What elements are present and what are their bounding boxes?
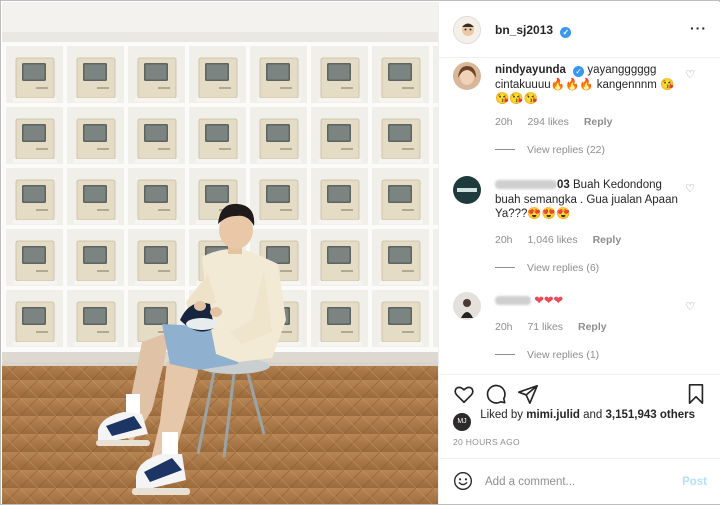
view-replies-label: View replies (6): [527, 262, 600, 274]
like-comment-icon[interactable]: ♡: [685, 68, 695, 81]
replies-divider: [495, 354, 515, 355]
verified-icon: ✓: [560, 27, 572, 38]
like-comment-icon[interactable]: ♡: [685, 300, 695, 313]
comment-avatar[interactable]: [453, 62, 481, 90]
comment-avatar-image: [453, 292, 481, 320]
comment-likes[interactable]: 1,046 likes: [527, 234, 577, 246]
view-replies-button[interactable]: View replies (1): [495, 349, 599, 361]
reply-button[interactable]: Reply: [584, 116, 613, 128]
comment-text: nindyayunda ✓ yayangggggg cintakuuuu🔥🔥🔥 …: [495, 63, 683, 107]
comment-icon[interactable]: [485, 383, 507, 405]
heart-icon[interactable]: [453, 383, 475, 405]
comment-avatar[interactable]: [453, 176, 481, 204]
comment-time: 20h: [495, 321, 513, 333]
author-avatar-image: [454, 17, 480, 43]
likes-summary: MJ Liked by mimi.julid and 3,151,943 oth…: [453, 409, 696, 431]
liker-username[interactable]: mimi.julid: [526, 409, 580, 421]
replies-divider: [495, 149, 515, 150]
comment-time: 20h: [495, 116, 513, 128]
comment-username[interactable]: nindyayunda: [495, 64, 566, 76]
comment-likes[interactable]: 71 likes: [527, 321, 563, 333]
bookmark-icon[interactable]: [685, 383, 707, 405]
post-dialog: bn_sj2013 ✓ ··· nindyayunda ✓ yayanggggg…: [0, 0, 720, 505]
view-replies-button[interactable]: View replies (22): [495, 144, 605, 156]
comment-text: 03 Buah Kedondong buah semangka . Gua ju…: [495, 178, 683, 222]
liker-avatar[interactable]: MJ: [453, 413, 471, 431]
post-button[interactable]: Post: [682, 476, 707, 488]
verified-icon: ✓: [573, 66, 585, 77]
like-comment-icon[interactable]: ♡: [685, 182, 695, 195]
reply-button[interactable]: Reply: [593, 234, 622, 246]
share-icon[interactable]: [517, 383, 539, 405]
comment-body: ❤❤❤: [534, 295, 564, 307]
likes-prefix: Liked by: [480, 409, 524, 421]
emoji-icon[interactable]: [453, 471, 473, 491]
comment-input[interactable]: [485, 471, 665, 493]
author-avatar[interactable]: [453, 16, 481, 44]
likes-and: and: [583, 409, 603, 421]
view-replies-button[interactable]: View replies (6): [495, 262, 599, 274]
author-username-row[interactable]: bn_sj2013 ✓: [495, 23, 572, 38]
reply-button[interactable]: Reply: [578, 321, 607, 333]
comments-list[interactable]: nindyayunda ✓ yayangggggg cintakuuuu🔥🔥🔥 …: [439, 58, 720, 374]
add-comment-bar: Post: [439, 458, 720, 504]
post-side-panel: bn_sj2013 ✓ ··· nindyayunda ✓ yayanggggg…: [438, 2, 720, 504]
comment-meta: 20h 294 likes Reply: [495, 116, 624, 128]
post-photo[interactable]: [2, 2, 438, 504]
more-options-icon[interactable]: ···: [690, 20, 707, 36]
blurred-username: [495, 180, 557, 189]
comment-text: ❤❤❤: [495, 294, 683, 309]
blurred-username: [495, 296, 531, 305]
comment-meta: 20h 1,046 likes Reply: [495, 234, 633, 246]
comment-username[interactable]: [495, 295, 531, 307]
view-replies-label: View replies (1): [527, 349, 600, 361]
comment-time: 20h: [495, 234, 513, 246]
comment-avatar[interactable]: [453, 292, 481, 320]
photo-illustration: [2, 2, 438, 504]
post-header: bn_sj2013 ✓ ···: [439, 2, 720, 58]
comment-avatar-image: [453, 176, 481, 204]
comment-username[interactable]: 03: [495, 179, 570, 191]
author-username[interactable]: bn_sj2013: [495, 23, 553, 37]
view-replies-label: View replies (22): [527, 144, 606, 156]
comment-likes[interactable]: 294 likes: [527, 116, 568, 128]
comment-username-suffix: 03: [557, 179, 570, 191]
post-timestamp[interactable]: 20 HOURS AGO: [453, 437, 520, 447]
comment-avatar-image: [453, 62, 481, 90]
action-bar: [439, 374, 720, 404]
likes-count[interactable]: 3,151,943 others: [606, 409, 696, 421]
comment-meta: 20h 71 likes Reply: [495, 321, 619, 333]
replies-divider: [495, 267, 515, 268]
